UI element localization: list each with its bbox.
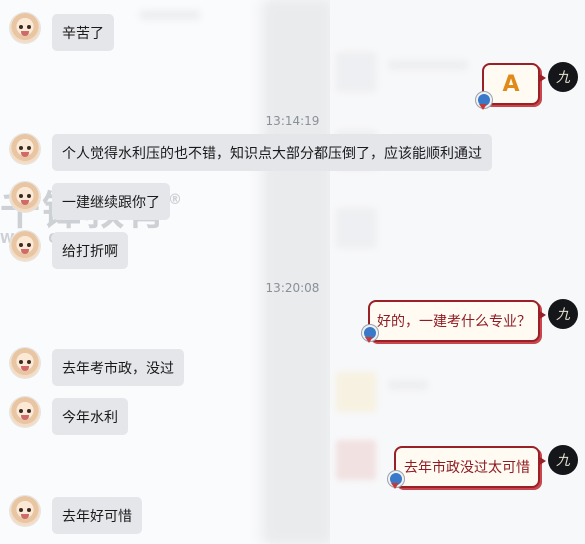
contact-avatar[interactable] [10,134,40,164]
message-bubble[interactable]: 去年好可惜 [52,497,142,534]
contact-avatar[interactable] [10,231,40,261]
message-bubble[interactable]: 好的，一建考什么专业？ [368,300,546,342]
my-avatar[interactable]: 九 [548,62,578,92]
my-avatar[interactable]: 九 [548,445,578,475]
message-bubble[interactable]: 一建继续跟你了 [52,183,170,220]
message-bubble[interactable]: 给打折啊 [52,232,128,269]
message-bubble[interactable]: 辛苦了 [52,14,114,51]
message-bubble[interactable]: 去年市政没过太可惜 [394,446,546,488]
message-bubble[interactable]: 今年水利 [52,398,128,435]
contact-avatar[interactable] [10,182,40,212]
timestamp: 13:14:19 [265,114,320,128]
my-avatar[interactable]: 九 [548,299,578,329]
message-bubble[interactable]: 去年考市政，没过 [52,349,184,386]
emoji-icon: A [502,71,520,97]
watermark-registered: ® [168,192,182,208]
timestamp: 13:20:08 [265,281,320,295]
contact-avatar[interactable] [10,348,40,378]
contact-avatar[interactable] [10,496,40,526]
message-bubble[interactable]: 个人觉得水利压的也不错，知识点大部分都压倒了，应该能顺利通过 [52,134,492,171]
medal-icon [476,92,492,110]
medal-icon [388,471,404,489]
medal-icon [362,325,378,343]
contact-avatar[interactable] [10,397,40,427]
contact-avatar[interactable] [10,13,40,43]
